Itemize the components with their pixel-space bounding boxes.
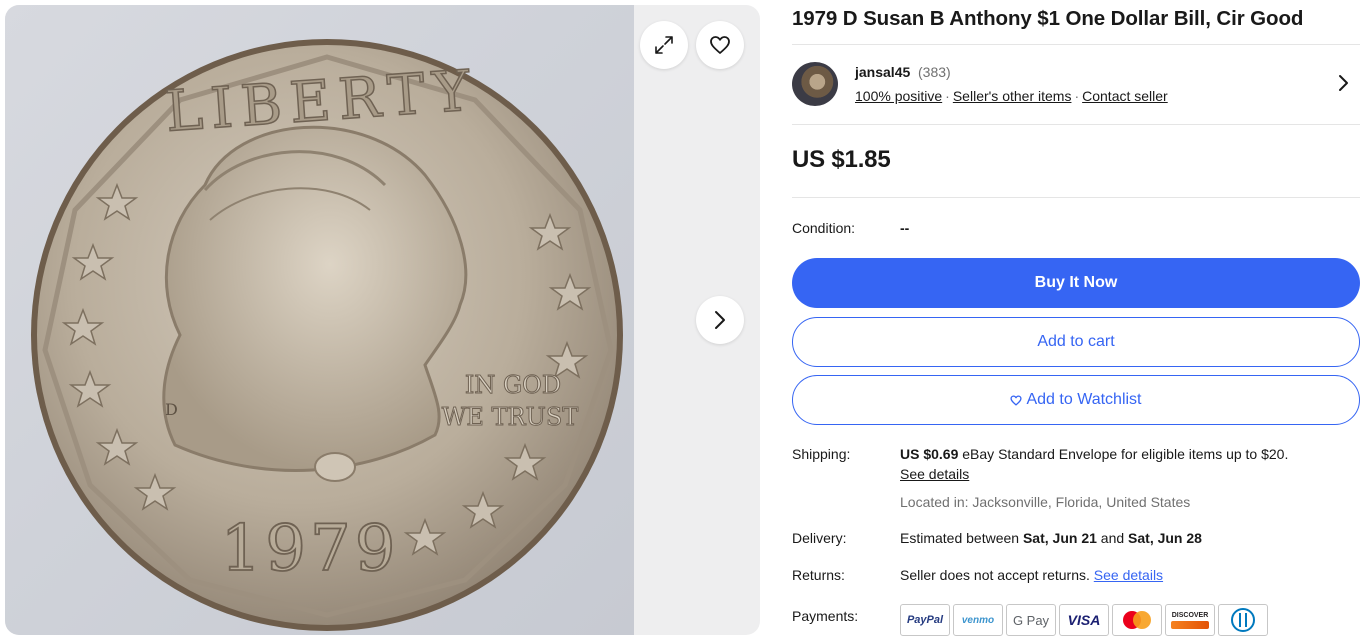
mastercard-logo <box>1112 604 1162 636</box>
heart-icon <box>1010 394 1023 406</box>
divider <box>792 124 1360 125</box>
item-location: Located in: Jacksonville, Florida, Unite… <box>900 494 1191 510</box>
shipping-details-link[interactable]: See details <box>900 466 969 482</box>
product-photo[interactable]: LIBERTY IN GOD WE TRUST D 1979 <box>5 5 634 635</box>
returns-details-link[interactable]: See details <box>1094 567 1163 583</box>
returns-text: Seller does not accept returns. <box>900 567 1090 583</box>
listing-panel: 1979 D Susan B Anthony $1 One Dollar Bil… <box>792 0 1360 643</box>
visa-logo: VISA <box>1059 604 1109 636</box>
coin-motto-line-2: WE TRUST <box>442 403 579 431</box>
returns-label: Returns: <box>792 567 845 583</box>
payment-methods: PayPal venmo G Pay VISA DISCOVER <box>900 604 1268 636</box>
divider <box>792 44 1360 45</box>
shipping-value: US $0.69 eBay Standard Envelope for elig… <box>900 446 1288 462</box>
coin-mint-mark: D <box>165 400 178 419</box>
delivery-end: Sat, Jun 28 <box>1128 530 1202 546</box>
add-to-cart-button[interactable]: Add to cart <box>792 317 1360 367</box>
payments-label: Payments: <box>792 608 859 624</box>
expand-image-button[interactable] <box>640 21 688 69</box>
delivery-and: and <box>1100 530 1125 546</box>
diners-club-logo <box>1218 604 1268 636</box>
shipping-details-row: See details <box>900 466 969 482</box>
delivery-start: Sat, Jun 21 <box>1022 530 1097 546</box>
seller-feedback-count: (383) <box>918 64 951 80</box>
coin-motto-line-1: IN GOD <box>465 371 561 399</box>
seller-name[interactable]: jansal45 <box>855 64 910 80</box>
heart-icon <box>710 36 730 54</box>
returns-value: Seller does not accept returns. See deta… <box>900 567 1163 583</box>
separator-dot: · <box>945 88 950 104</box>
shipping-description: eBay Standard Envelope for eligible item… <box>962 446 1289 462</box>
delivery-prefix: Estimated between <box>900 530 1020 546</box>
delivery-label: Delivery: <box>792 530 847 546</box>
discover-logo: DISCOVER <box>1165 604 1215 636</box>
delivery-value: Estimated between Sat, Jun 21 and Sat, J… <box>900 530 1202 546</box>
shipping-price: US $0.69 <box>900 446 959 462</box>
add-to-watchlist-button[interactable]: Add to Watchlist <box>792 375 1360 425</box>
seller-feedback-link[interactable]: 100% positive <box>855 88 942 104</box>
add-to-watchlist-label: Add to Watchlist <box>1026 391 1142 408</box>
seller-other-items-link[interactable]: Seller's other items <box>953 88 1072 104</box>
coin-year: 1979 <box>221 512 400 586</box>
seller-card[interactable]: jansal45 (383) 100% positive · Seller's ot… <box>792 62 1360 108</box>
chevron-right-icon[interactable] <box>1338 74 1350 97</box>
expand-icon <box>655 36 673 54</box>
condition-label: Condition: <box>792 220 856 236</box>
image-gallery: LIBERTY IN GOD WE TRUST D 1979 <box>5 5 760 635</box>
item-price: US $1.85 <box>792 146 891 173</box>
coin-image: LIBERTY IN GOD WE TRUST D 1979 <box>31 39 623 631</box>
buy-it-now-button[interactable]: Buy It Now <box>792 258 1360 308</box>
google-pay-logo: G Pay <box>1006 604 1056 636</box>
watch-item-button[interactable] <box>696 21 744 69</box>
listing-title: 1979 D Susan B Anthony $1 One Dollar Bil… <box>792 7 1304 30</box>
venmo-logo: venmo <box>953 604 1003 636</box>
condition-value: -- <box>900 220 910 236</box>
paypal-logo: PayPal <box>900 604 950 636</box>
shipping-label: Shipping: <box>792 446 851 462</box>
seller-links: 100% positive · Seller's other items · Conta… <box>855 88 1168 104</box>
contact-seller-link[interactable]: Contact seller <box>1082 88 1168 104</box>
seller-avatar[interactable] <box>792 62 838 106</box>
divider <box>792 197 1360 198</box>
separator-dot: · <box>1074 88 1080 104</box>
next-image-button[interactable] <box>696 296 744 344</box>
chevron-right-icon <box>715 311 725 329</box>
